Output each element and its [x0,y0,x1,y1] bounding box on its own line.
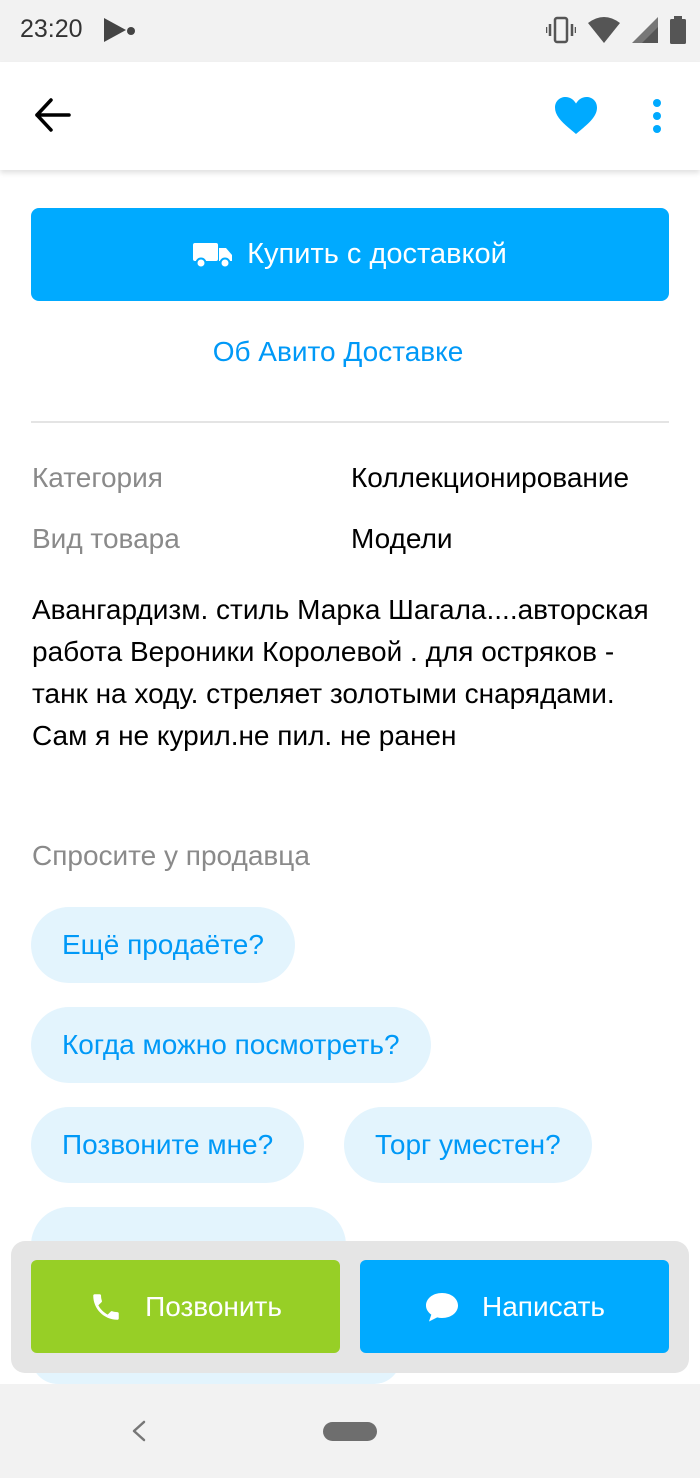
battery-icon [670,16,686,44]
divider [31,421,669,423]
truck-icon [193,242,233,268]
status-bar: 23:20 [0,0,700,62]
chat-bubble-icon [426,1292,459,1321]
signal-icon [632,17,658,43]
write-button-label: Написать [482,1290,605,1322]
call-button-label: Позвонить [145,1290,282,1322]
nav-back-icon[interactable] [131,1420,147,1442]
status-time: 23:20 [20,15,83,43]
param-label-category: Категория [32,462,163,493]
phone-icon [93,1293,119,1320]
heart-icon[interactable] [554,96,598,136]
nav-home-pill[interactable] [323,1422,377,1441]
system-nav-bar [0,1384,700,1478]
play-icon [104,18,126,42]
write-message-button[interactable]: Написать [360,1260,669,1353]
param-value-category: Коллекционирование [351,462,630,493]
notification-dot-icon [127,27,135,35]
buy-with-delivery-label: Купить с доставкой [247,238,507,270]
chip-still-selling[interactable]: Ещё продаёте? [31,907,295,983]
back-arrow-icon[interactable] [34,96,72,134]
app-bar [0,62,700,170]
vibrate-icon [546,16,576,44]
more-vertical-icon[interactable] [650,98,664,134]
call-button[interactable]: Позвонить [31,1260,340,1353]
param-label-item-type: Вид товара [32,523,180,554]
status-icons [546,16,686,44]
param-value-item-type: Модели [351,523,453,554]
ask-seller-title: Спросите у продавца [32,840,310,871]
chip-call-me[interactable]: Позвоните мне? [31,1107,305,1183]
about-delivery-link[interactable]: Об Авито Доставке [0,336,676,368]
chip-when-can-view[interactable]: Когда можно посмотреть? [31,1007,431,1083]
chip-bargain[interactable]: Торг уместен? [344,1107,592,1183]
wifi-icon [588,17,620,43]
buy-with-delivery-button[interactable]: Купить с доставкой [31,208,669,301]
item-description: Авангардизм. стиль Марка Шагала....автор… [32,594,649,751]
